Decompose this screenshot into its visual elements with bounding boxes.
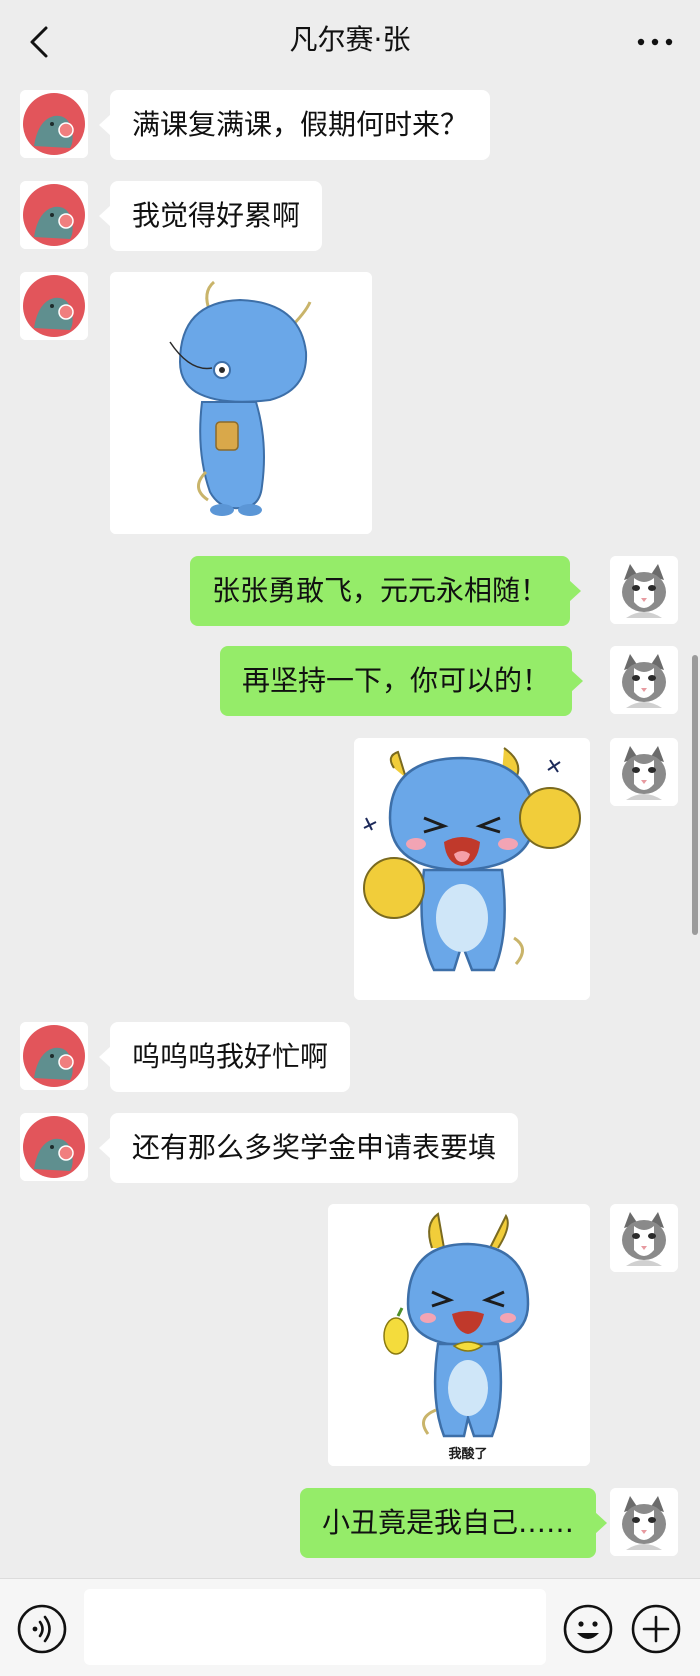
- chat-header: 凡尔赛·张: [0, 0, 700, 80]
- voice-button[interactable]: [16, 1603, 68, 1655]
- my-avatar[interactable]: [610, 1204, 678, 1272]
- cat-avatar-icon: [610, 646, 678, 714]
- my-avatar[interactable]: [610, 556, 678, 624]
- blue-dragon-bored-sticker: [110, 272, 372, 534]
- plus-icon: [631, 1604, 681, 1654]
- more-button[interactable]: [630, 22, 680, 62]
- message-bubble-incoming[interactable]: 满课复满课，假期何时来？: [98, 90, 491, 160]
- back-button[interactable]: [22, 22, 62, 62]
- chat-input-bar: [0, 1578, 700, 1676]
- message-bubble-outgoing[interactable]: 小丑竟是我自己……: [300, 1488, 608, 1558]
- chat-title: 凡尔赛·张: [289, 23, 411, 56]
- friend-avatar[interactable]: [20, 272, 88, 340]
- friend-avatar-icon: [20, 90, 88, 158]
- message-bubble-outgoing[interactable]: 再坚持一下，你可以的！: [220, 646, 584, 716]
- voice-icon: [17, 1604, 67, 1654]
- message-bubble-incoming[interactable]: 呜呜呜我好忙啊: [98, 1022, 351, 1092]
- chat-screen: 凡尔赛·张 满课复满课，假期何时来？ 我觉得好累啊 张张勇敢飞，元元永相随！ 再…: [0, 0, 700, 1676]
- friend-avatar[interactable]: [20, 181, 88, 249]
- friend-avatar-icon: [20, 1022, 88, 1090]
- blue-dragon-lemon-sticker: 我酸了: [328, 1204, 590, 1466]
- message-bubble-incoming[interactable]: 我觉得好累啊: [98, 181, 323, 251]
- sticker-image[interactable]: [110, 272, 372, 534]
- my-avatar[interactable]: [610, 1488, 678, 1556]
- scrollbar[interactable]: [692, 655, 698, 935]
- friend-avatar[interactable]: [20, 1022, 88, 1090]
- my-avatar[interactable]: [610, 738, 678, 806]
- chevron-left-icon: [30, 26, 48, 58]
- cat-avatar-icon: [610, 556, 678, 624]
- sticker-caption: 我酸了: [448, 1446, 487, 1462]
- message-bubble-outgoing[interactable]: 张张勇敢飞，元元永相随！: [190, 556, 582, 626]
- friend-avatar[interactable]: [20, 1113, 88, 1181]
- friend-avatar-icon: [20, 272, 88, 340]
- emoji-icon: [563, 1604, 613, 1654]
- blue-dragon-cheering-sticker: [354, 738, 590, 1000]
- friend-avatar-icon: [20, 1113, 88, 1181]
- friend-avatar[interactable]: [20, 90, 88, 158]
- cat-avatar-icon: [610, 1488, 678, 1556]
- sticker-image[interactable]: [354, 738, 590, 1000]
- cat-avatar-icon: [610, 738, 678, 806]
- plus-button[interactable]: [630, 1603, 682, 1655]
- message-input[interactable]: [84, 1589, 546, 1665]
- friend-avatar-icon: [20, 181, 88, 249]
- message-bubble-incoming[interactable]: 还有那么多奖学金申请表要填: [98, 1113, 519, 1183]
- cat-avatar-icon: [610, 1204, 678, 1272]
- emoji-button[interactable]: [562, 1603, 614, 1655]
- more-dots-icon: [637, 38, 673, 46]
- sticker-image[interactable]: 我酸了: [328, 1204, 590, 1466]
- my-avatar[interactable]: [610, 646, 678, 714]
